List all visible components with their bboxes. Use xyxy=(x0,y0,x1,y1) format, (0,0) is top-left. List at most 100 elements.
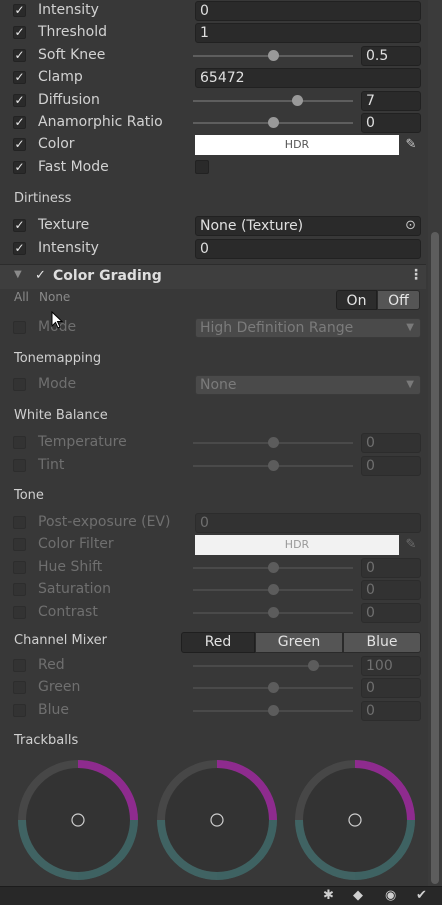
bloom-intensity-row: ✓ Intensity 0 xyxy=(0,0,426,22)
grading-mode-dropdown[interactable]: High Definition Range ▼ xyxy=(195,318,421,338)
post-exposure-override-checkbox[interactable] xyxy=(13,516,26,529)
color-grading-enabled-checkbox[interactable]: ✓ xyxy=(35,268,46,283)
dirtiness-intensity-override-checkbox[interactable]: ✓ xyxy=(13,242,26,255)
bug-icon[interactable]: ✱ xyxy=(323,888,334,903)
saturation-field[interactable]: 0 xyxy=(361,580,421,600)
saturation-override-checkbox[interactable] xyxy=(13,583,26,596)
object-picker-icon[interactable]: ⊙ xyxy=(405,217,416,235)
eyedropper-icon[interactable]: ✎ xyxy=(402,537,420,553)
bloom-fast-mode-label: Fast Mode xyxy=(38,159,109,175)
hue-shift-row: Hue Shift 0 xyxy=(0,557,426,579)
on-toggle-button[interactable]: On xyxy=(336,290,377,310)
mixer-red-slider-knob[interactable] xyxy=(308,660,319,671)
trackball-gain[interactable] xyxy=(295,760,415,880)
tone-section-header: Tone xyxy=(14,488,44,503)
mixer-green-field[interactable]: 0 xyxy=(361,678,421,698)
bloom-diffusion-slider[interactable] xyxy=(193,95,353,106)
contrast-field[interactable]: 0 xyxy=(361,603,421,623)
settings-icon[interactable]: ◉ xyxy=(385,888,396,903)
hue-shift-slider[interactable] xyxy=(193,562,353,573)
dirtiness-texture-field[interactable]: None (Texture) ⊙ xyxy=(195,216,421,236)
grading-mode-override-checkbox[interactable] xyxy=(13,321,26,334)
bloom-soft-knee-field[interactable]: 0.5 xyxy=(361,46,421,66)
tint-slider-knob[interactable] xyxy=(268,460,279,471)
check-icon[interactable]: ✔ xyxy=(416,888,427,903)
contrast-slider-knob[interactable] xyxy=(268,607,279,618)
mixer-blue-field[interactable]: 0 xyxy=(361,701,421,721)
post-exposure-field[interactable]: 0 xyxy=(195,513,421,533)
color-grading-header[interactable]: ▼ ✓ Color Grading ⋮ xyxy=(0,264,426,289)
mixer-blue-override-checkbox[interactable] xyxy=(13,704,26,717)
bloom-fast-mode-override-checkbox[interactable]: ✓ xyxy=(13,161,26,174)
tint-label: Tint xyxy=(38,457,65,473)
mixer-blue-slider-knob[interactable] xyxy=(268,705,279,716)
contrast-override-checkbox[interactable] xyxy=(13,606,26,619)
channel-tab-green[interactable]: Green xyxy=(255,632,343,653)
bloom-clamp-field[interactable]: 65472 xyxy=(195,68,421,88)
hue-shift-field[interactable]: 0 xyxy=(361,558,421,578)
mixer-green-row: Green 0 xyxy=(0,677,426,699)
bloom-fast-mode-toggle[interactable] xyxy=(195,160,209,174)
mixer-red-label: Red xyxy=(38,657,65,673)
dirtiness-texture-row: ✓ Texture None (Texture) ⊙ xyxy=(0,215,426,237)
status-bar: ✱ ◆ ◉ ✔ xyxy=(0,886,442,905)
all-link[interactable]: All xyxy=(14,290,29,304)
temperature-override-checkbox[interactable] xyxy=(13,436,26,449)
color-filter-override-checkbox[interactable] xyxy=(13,538,26,551)
temperature-slider-knob[interactable] xyxy=(268,437,279,448)
bloom-anamorphic-ratio-field[interactable]: 0 xyxy=(361,113,421,133)
bloom-diffusion-slider-knob[interactable] xyxy=(292,95,303,106)
bloom-intensity-override-checkbox[interactable]: ✓ xyxy=(13,4,26,17)
dirtiness-intensity-field[interactable]: 0 xyxy=(195,239,421,259)
mixer-green-slider-knob[interactable] xyxy=(268,682,279,693)
bloom-diffusion-label: Diffusion xyxy=(38,92,100,108)
mixer-red-field[interactable]: 100 xyxy=(361,656,421,676)
temperature-field[interactable]: 0 xyxy=(361,433,421,453)
none-link[interactable]: None xyxy=(39,290,70,304)
saturation-slider[interactable] xyxy=(193,584,353,595)
more-options-icon[interactable]: ⋮ xyxy=(409,267,423,283)
saturation-slider-knob[interactable] xyxy=(268,584,279,595)
channel-tab-blue[interactable]: Blue xyxy=(343,632,421,653)
tonemapping-mode-override-checkbox[interactable] xyxy=(13,378,26,391)
bloom-anamorphic-ratio-slider-knob[interactable] xyxy=(268,117,279,128)
bloom-color-override-checkbox[interactable]: ✓ xyxy=(13,138,26,151)
layers-icon[interactable]: ◆ xyxy=(353,888,363,903)
mixer-red-override-checkbox[interactable] xyxy=(13,659,26,672)
bloom-soft-knee-override-checkbox[interactable]: ✓ xyxy=(13,49,26,62)
tint-slider[interactable] xyxy=(193,460,353,471)
bloom-threshold-field[interactable]: 1 xyxy=(195,23,421,43)
tonemapping-mode-dropdown[interactable]: None ▼ xyxy=(195,375,421,395)
vertical-scrollbar-thumb[interactable] xyxy=(431,232,439,884)
bloom-clamp-override-checkbox[interactable]: ✓ xyxy=(13,71,26,84)
contrast-slider[interactable] xyxy=(193,607,353,618)
mixer-green-slider[interactable] xyxy=(193,682,353,693)
trackball-lift[interactable] xyxy=(18,760,138,880)
hue-shift-override-checkbox[interactable] xyxy=(13,561,26,574)
hue-shift-slider-knob[interactable] xyxy=(268,562,279,573)
color-filter-swatch[interactable]: HDR xyxy=(195,535,399,555)
bloom-anamorphic-ratio-override-checkbox[interactable]: ✓ xyxy=(13,116,26,129)
tint-field[interactable]: 0 xyxy=(361,456,421,476)
off-toggle-button[interactable]: Off xyxy=(377,290,420,310)
dirtiness-section-header: Dirtiness xyxy=(14,191,72,206)
trackball-gamma[interactable] xyxy=(157,760,277,880)
mixer-blue-slider[interactable] xyxy=(193,705,353,716)
bloom-color-swatch[interactable]: HDR xyxy=(195,135,399,155)
contrast-label: Contrast xyxy=(38,604,98,620)
bloom-soft-knee-slider[interactable] xyxy=(193,50,353,61)
foldout-arrow-icon[interactable]: ▼ xyxy=(14,269,22,280)
bloom-diffusion-override-checkbox[interactable]: ✓ xyxy=(13,94,26,107)
bloom-diffusion-field[interactable]: 7 xyxy=(361,91,421,111)
mixer-red-slider[interactable] xyxy=(193,660,353,671)
bloom-threshold-override-checkbox[interactable]: ✓ xyxy=(13,26,26,39)
mixer-green-override-checkbox[interactable] xyxy=(13,681,26,694)
bloom-intensity-field[interactable]: 0 xyxy=(195,1,421,21)
bloom-soft-knee-slider-knob[interactable] xyxy=(268,50,279,61)
channel-tab-red[interactable]: Red xyxy=(181,632,255,653)
tint-override-checkbox[interactable] xyxy=(13,459,26,472)
temperature-slider[interactable] xyxy=(193,437,353,448)
eyedropper-icon[interactable]: ✎ xyxy=(402,137,420,153)
dirtiness-texture-override-checkbox[interactable]: ✓ xyxy=(13,219,26,232)
bloom-anamorphic-ratio-slider[interactable] xyxy=(193,117,353,128)
